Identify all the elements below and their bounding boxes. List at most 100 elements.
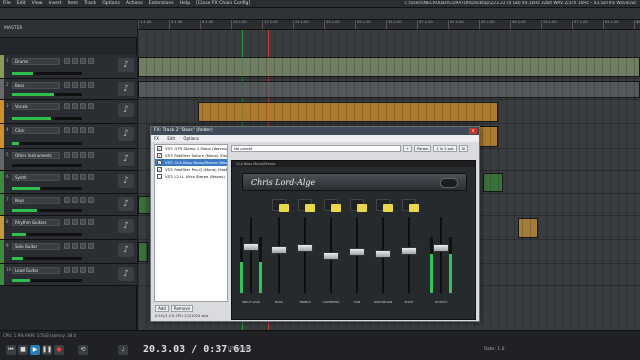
toggle-button[interactable]: [324, 199, 341, 212]
mute-icon[interactable]: [72, 58, 78, 64]
fx-menu-edit[interactable]: Edit: [167, 136, 175, 141]
plugin-fader[interactable]: DISTORTION: [372, 197, 394, 315]
fx-enable-checkbox[interactable]: ✓: [157, 167, 162, 172]
stop-icon[interactable]: ■: [18, 345, 28, 355]
record-arm-icon[interactable]: [64, 243, 70, 249]
menu-item-view[interactable]: View: [29, 1, 46, 6]
fx-icon[interactable]: [88, 219, 94, 225]
fx-icon[interactable]: [88, 243, 94, 249]
track-name[interactable]: Other Instruments: [12, 152, 60, 159]
io-button[interactable]: 1 in 2 out: [433, 144, 457, 152]
solo-icon[interactable]: [80, 127, 86, 133]
record-arm-icon[interactable]: [64, 174, 70, 180]
repeat-icon[interactable]: ⟲: [78, 345, 88, 355]
track-10[interactable]: 10 Lead Guitar ♪: [0, 264, 137, 286]
timeline-ruler[interactable]: 1.1.00 5.1.00 9.1.00 13.1.00 17.1.00 21.1.00 2…: [138, 20, 640, 30]
solo-icon[interactable]: [80, 103, 86, 109]
solo-icon[interactable]: [80, 82, 86, 88]
fx-enable-checkbox[interactable]: ✓: [157, 160, 162, 165]
fx-enable-checkbox[interactable]: ✓: [157, 153, 162, 158]
fx-chain-item[interactable]: ✓VST: FabFilter Saturn (Mono) (FabFilter…: [155, 152, 227, 159]
mute-icon[interactable]: [72, 267, 78, 273]
track-name[interactable]: Synth: [12, 174, 60, 181]
track-name[interactable]: Rhythm Guitars: [12, 219, 60, 226]
menu-item-insert[interactable]: Insert: [46, 1, 65, 6]
track-name[interactable]: Drums: [12, 58, 60, 65]
fader-knob[interactable]: [401, 246, 417, 255]
solo-icon[interactable]: [80, 267, 86, 273]
fader-knob[interactable]: [323, 252, 339, 261]
fader-knob[interactable]: [433, 244, 449, 253]
track-1[interactable]: 1 Drums ♪: [0, 55, 137, 79]
rate-control[interactable]: Rate: 1.0: [484, 347, 504, 352]
track-name[interactable]: Solo Guitar: [12, 243, 60, 250]
fader-knob[interactable]: [375, 249, 391, 258]
media-item[interactable]: [138, 57, 640, 77]
media-item[interactable]: [483, 173, 503, 192]
track-2[interactable]: 2 Bass ♪: [0, 79, 137, 100]
fx-enable-checkbox[interactable]: ✓: [157, 146, 162, 151]
record-arm-icon[interactable]: [64, 58, 70, 64]
solo-icon[interactable]: [80, 152, 86, 158]
mute-icon[interactable]: [72, 197, 78, 203]
fx-chain-item[interactable]: ✓ VST: GTR Stomp 2 Mono (Waves): [155, 145, 227, 152]
record-arm-icon[interactable]: [64, 152, 70, 158]
menu-item-actions[interactable]: Actions: [123, 1, 146, 6]
solo-icon[interactable]: [80, 58, 86, 64]
record-arm-icon[interactable]: [64, 267, 70, 273]
solo-icon[interactable]: [80, 174, 86, 180]
track-name[interactable]: Bass: [12, 82, 60, 89]
track-6[interactable]: 6 Synth ♪: [0, 171, 137, 194]
fader-knob[interactable]: [349, 247, 365, 256]
mute-icon[interactable]: [72, 152, 78, 158]
fx-icon[interactable]: [88, 152, 94, 158]
master-track[interactable]: MASTER: [0, 20, 137, 38]
go-to-start-icon[interactable]: ⏮: [6, 345, 16, 355]
media-item[interactable]: [518, 218, 538, 238]
fx-enable-checkbox[interactable]: [157, 174, 162, 179]
track-3[interactable]: 3 Vocals ♪: [0, 100, 137, 124]
plugin-fader[interactable]: OUTPUT: [430, 197, 452, 315]
remove-fx-button[interactable]: Remove: [171, 305, 193, 312]
fx-icon[interactable]: [88, 127, 94, 133]
add-fx-button[interactable]: Add: [155, 305, 169, 312]
close-icon[interactable]: ✕: [469, 128, 477, 134]
fx-icon[interactable]: [88, 58, 94, 64]
record-arm-icon[interactable]: [64, 82, 70, 88]
solo-icon[interactable]: [80, 219, 86, 225]
mute-icon[interactable]: [72, 82, 78, 88]
plugin-fader[interactable]: BASS: [268, 197, 290, 315]
fader-knob[interactable]: [271, 245, 287, 254]
fx-menu-options[interactable]: Options: [183, 136, 198, 141]
menu-item-options[interactable]: Options: [99, 1, 123, 6]
fx-chain-item[interactable]: ✓ VST: CLA Bass Mono/Stereo (Waves): [155, 159, 227, 166]
fx-menu-fx[interactable]: FX: [154, 136, 159, 141]
fx-icon[interactable]: [88, 174, 94, 180]
media-item[interactable]: [138, 81, 640, 98]
mute-icon[interactable]: [72, 174, 78, 180]
track-7[interactable]: 7 Keys ♪: [0, 194, 137, 216]
fader-knob[interactable]: [243, 242, 259, 251]
fx-icon[interactable]: [88, 82, 94, 88]
preset-plus-button[interactable]: +: [403, 144, 413, 152]
fx-chain-item[interactable]: VST: L2 LL Ultra Stereo (Waves): [155, 173, 227, 180]
play-icon[interactable]: ▶: [30, 345, 40, 355]
pause-icon[interactable]: ❚❚: [42, 345, 52, 355]
menu-item-edit[interactable]: Edit: [14, 1, 29, 6]
fx-icon[interactable]: [88, 103, 94, 109]
fader-knob[interactable]: [297, 244, 313, 253]
record-arm-icon[interactable]: [64, 103, 70, 109]
mute-icon[interactable]: [72, 243, 78, 249]
track-name[interactable]: Lead Guitar: [12, 267, 60, 274]
mute-icon[interactable]: [72, 103, 78, 109]
menu-item-help[interactable]: Help: [177, 1, 193, 6]
plugin-fader[interactable]: PITCH: [398, 197, 420, 315]
media-item[interactable]: [198, 102, 498, 122]
toggle-button[interactable]: [350, 199, 367, 212]
toggle-button[interactable]: [298, 199, 315, 212]
record-arm-icon[interactable]: [64, 127, 70, 133]
record-arm-icon[interactable]: [64, 219, 70, 225]
record-arm-icon[interactable]: [64, 197, 70, 203]
menu-item-extensions[interactable]: Extensions: [146, 1, 177, 6]
menu-item-file[interactable]: File: [0, 1, 14, 6]
